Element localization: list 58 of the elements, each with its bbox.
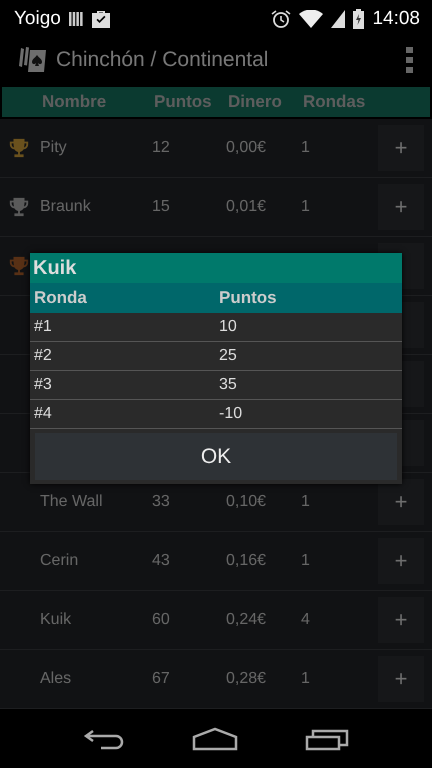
- player-name: Braunk: [40, 198, 92, 216]
- money-cell-text: 0,16€: [226, 552, 268, 570]
- add-button[interactable]: +: [378, 125, 424, 172]
- signal-bars-icon: [68, 10, 83, 27]
- app-title: Chinchón / Continental: [56, 48, 270, 72]
- points-cell-text: 12: [152, 139, 171, 158]
- dialog-title: Kuik: [33, 256, 76, 280]
- rounds-cell-text: 1: [301, 670, 311, 688]
- money-cell-text: 0,00€: [226, 139, 268, 158]
- rounds-cell-text: 1: [301, 139, 311, 158]
- points-cell-text: 35: [219, 376, 238, 394]
- home-icon[interactable]: [192, 726, 238, 751]
- money-cell-text: 0,24€: [226, 611, 268, 630]
- points-cell-text: 60: [152, 611, 171, 630]
- money-cell-text: 0,10€: [226, 493, 268, 512]
- money-cell-text: 0,01€: [226, 198, 268, 216]
- rounds-cell-text: 1: [301, 493, 311, 512]
- alarm-icon: [271, 8, 292, 29]
- column-header: Dinero: [228, 92, 283, 112]
- round-cell-text: #1: [34, 318, 53, 336]
- column-header: Ronda: [34, 288, 88, 308]
- player-name: Kuik: [40, 611, 72, 630]
- carrier-name: Yoigo: [14, 8, 61, 30]
- column-header: Puntos: [154, 92, 213, 112]
- add-button[interactable]: +: [378, 538, 424, 584]
- column-header: Puntos: [219, 288, 278, 308]
- points-cell-text: 25: [219, 347, 238, 366]
- points-cell-text: 10: [219, 318, 238, 336]
- round-cell-text: #4: [34, 405, 53, 424]
- clock-time: 14:08: [372, 8, 420, 30]
- overflow-menu-icon[interactable]: [406, 47, 414, 74]
- column-header: Nombre: [42, 92, 108, 112]
- briefcase-icon: [90, 10, 111, 28]
- points-cell-text: 67: [152, 670, 171, 688]
- rounds-cell-text: 4: [301, 611, 311, 630]
- player-name: The Wall: [40, 493, 104, 512]
- player-name: Pity: [40, 139, 68, 158]
- add-button[interactable]: +: [378, 597, 424, 644]
- player-name: Ales: [40, 670, 72, 688]
- battery-icon: [353, 8, 364, 29]
- points-cell-text: 43: [152, 552, 171, 570]
- ok-button[interactable]: OK: [35, 433, 397, 480]
- points-cell-text: -10: [219, 405, 244, 424]
- player-name: Cerin: [40, 552, 80, 570]
- cards-icon: [18, 46, 48, 74]
- rounds-cell-text: 1: [301, 198, 311, 216]
- cell-signal-icon: [331, 10, 346, 28]
- money-cell-text: 0,28€: [226, 670, 268, 688]
- round-cell-text: #2: [34, 347, 53, 366]
- rounds-cell-text: 1: [301, 552, 311, 570]
- points-cell-text: 33: [152, 493, 171, 512]
- add-button[interactable]: +: [378, 479, 424, 526]
- round-cell-text: #3: [34, 376, 53, 394]
- add-button[interactable]: +: [378, 184, 424, 230]
- column-header: Rondas: [303, 92, 366, 112]
- add-button[interactable]: +: [378, 656, 424, 702]
- wifi-icon: [299, 10, 324, 28]
- points-cell-text: 15: [152, 198, 171, 216]
